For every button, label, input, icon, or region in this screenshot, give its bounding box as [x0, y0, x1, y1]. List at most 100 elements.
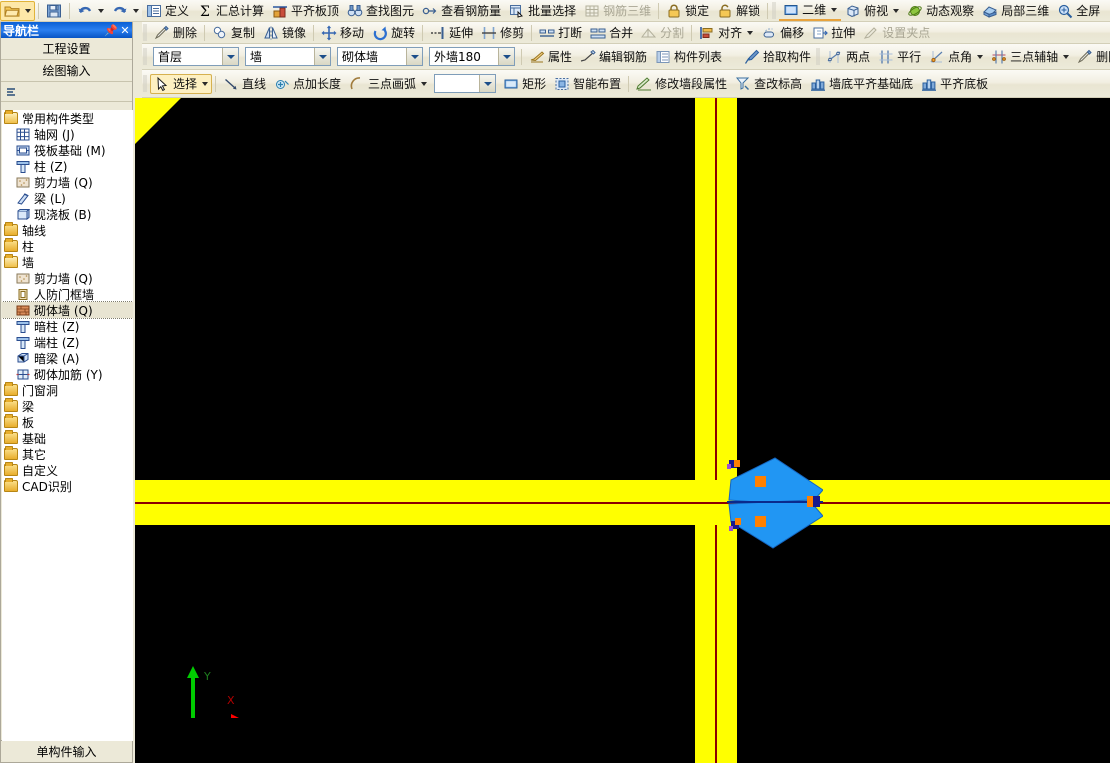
drawing-canvas[interactable]: Y X	[135, 98, 1110, 763]
toolbar-view-2d-button[interactable]: 二维	[779, 1, 842, 21]
chevron-down-icon[interactable]	[202, 81, 209, 86]
toolbar-point-plus-length-button[interactable]: 点加长度	[270, 74, 345, 94]
toolbar-merge-button[interactable]: 合并	[586, 23, 637, 43]
tree-item[interactable]: 柱 (Z)	[2, 158, 133, 174]
tree-item[interactable]: 砌体墙 (Q)	[2, 301, 133, 319]
toolbar-extend-button[interactable]: 延伸	[426, 23, 477, 43]
drawing-input-button[interactable]: 绘图输入	[1, 60, 132, 82]
tree-item[interactable]: 人防门框墙	[2, 286, 133, 302]
toolbar-lock-button[interactable]: 锁定	[662, 1, 713, 21]
redo-icon[interactable]	[108, 1, 143, 21]
tree-item[interactable]: 剪力墙 (Q)	[2, 174, 133, 190]
toolbar-mirror-button[interactable]: 镜像	[259, 23, 310, 43]
toolbar-check-elevation-button[interactable]: 查改标高	[731, 74, 806, 94]
chevron-down-icon[interactable]	[479, 75, 496, 92]
floor-select[interactable]: 首层	[153, 47, 239, 66]
tree-item[interactable]: 筏板基础 (M)	[2, 142, 133, 158]
toolbar-align-bottom-slab-button[interactable]: 平齐底板	[917, 74, 992, 94]
toolbar-edit-rebar-button[interactable]: 编辑钢筋	[576, 47, 651, 67]
save-icon[interactable]	[42, 1, 66, 21]
tree-item[interactable]: 剪力墙 (Q)	[2, 270, 133, 286]
open-icon[interactable]	[0, 1, 35, 21]
chevron-down-icon[interactable]	[1063, 54, 1070, 59]
chevron-down-icon[interactable]	[314, 48, 330, 65]
toolbar-find-element-button[interactable]: 查找图元	[343, 1, 418, 21]
tree-item[interactable]: 基础	[2, 430, 133, 446]
toolbar-copy-button[interactable]: 复制	[208, 23, 259, 43]
tree-item[interactable]: 现浇板 (B)	[2, 206, 133, 222]
toolbar-dynamic-orbit-button[interactable]: 动态观察	[903, 1, 978, 21]
toolbar-view-rebar-qty-button[interactable]: 查看钢筋量	[418, 1, 505, 21]
tree-item[interactable]: 板	[2, 414, 133, 430]
undo-icon[interactable]	[73, 1, 108, 21]
toolbar-split-button[interactable]: 分割	[637, 23, 688, 43]
tree-item[interactable]: 梁 (L)	[2, 190, 133, 206]
tree-item[interactable]: 轴线	[2, 222, 133, 238]
toolbar-rectangle-button[interactable]: 矩形	[499, 74, 550, 94]
toolbar-offset-button[interactable]: 偏移	[757, 23, 808, 43]
chevron-down-icon[interactable]	[747, 30, 754, 35]
wall-instance-select[interactable]: 外墙180	[429, 47, 515, 66]
toolbar-line-button[interactable]: 直线	[219, 74, 270, 94]
toolbar-fullscreen-button[interactable]: 全屏	[1053, 1, 1104, 21]
toolbar-batch-select-button[interactable]: 批量选择	[505, 1, 580, 21]
toolbar-delete-button[interactable]: 删除	[150, 23, 201, 43]
toolbar-rotate-button[interactable]: 旋转	[368, 23, 419, 43]
chevron-down-icon[interactable]	[893, 8, 900, 13]
project-settings-button[interactable]: 工程设置	[1, 38, 132, 60]
tree-collapse-icon[interactable]	[5, 84, 21, 100]
tree-item[interactable]: 端柱 (Z)	[2, 334, 133, 350]
toolbar-top-view-button[interactable]: 俯视	[841, 1, 903, 21]
toolbar-set-grip-point-button[interactable]: 设置夹点	[859, 23, 934, 43]
toolbar-rebar-3d-button[interactable]: 钢筋三维	[580, 1, 655, 21]
tree-item[interactable]: 暗柱 (Z)	[2, 318, 133, 334]
component-tree[interactable]: 常用构件类型 轴网 (J) 筏板基础 (M) 柱 (Z) 剪力墙 (Q) 梁 (L) 现浇板…	[2, 110, 133, 762]
tree-item[interactable]: 梁	[2, 398, 133, 414]
component-type-select[interactable]: 墙	[245, 47, 331, 66]
toolbar-trim-button[interactable]: 修剪	[477, 23, 528, 43]
chevron-down-icon[interactable]	[406, 48, 422, 65]
toolbar-stretch-button[interactable]: 拉伸	[808, 23, 859, 43]
toolbar-parallel-axis-button[interactable]: 平行	[874, 47, 925, 67]
single-component-input-button[interactable]: 单构件输入	[0, 741, 133, 763]
toolbar-delete-axis-button[interactable]: 删除辅轴	[1073, 47, 1110, 67]
toolbar-summary-calc-button[interactable]: Σ 汇总计算	[193, 1, 268, 21]
arc-option-select[interactable]	[434, 74, 497, 93]
close-icon[interactable]: ✕	[118, 23, 132, 37]
chevron-down-icon[interactable]	[831, 7, 838, 12]
toolbar-define-button[interactable]: 定义	[142, 1, 193, 21]
toolbar-align-button[interactable]: 对齐	[695, 23, 757, 43]
chevron-down-icon[interactable]	[222, 48, 238, 65]
toolbar-break-button[interactable]: 打断	[535, 23, 586, 43]
chevron-down-icon[interactable]	[977, 54, 984, 59]
tree-item[interactable]: 其它	[2, 446, 133, 462]
tree-item[interactable]: 自定义	[2, 462, 133, 478]
tree-item[interactable]: 柱	[2, 238, 133, 254]
toolbar-two-point-axis-button[interactable]: 两点	[823, 47, 874, 67]
toolbar-unlock-button[interactable]: 解锁	[713, 1, 764, 21]
chevron-down-icon[interactable]	[498, 48, 514, 65]
toolbar-align-wall-base-button[interactable]: 墙底平齐基础底	[806, 74, 917, 94]
toolbar-move-button[interactable]: 移动	[317, 23, 368, 43]
toolbar-point-angle-axis-button[interactable]: 点角	[925, 47, 987, 67]
toolbar-local-3d-button[interactable]: 局部三维	[978, 1, 1053, 21]
tree-item[interactable]: 门窗洞	[2, 382, 133, 398]
toolbar-edit-wall-segment-button[interactable]: 修改墙段属性	[632, 74, 731, 94]
tree-item[interactable]: 墙	[2, 254, 133, 270]
chevron-down-icon[interactable]	[421, 81, 428, 86]
selected-wall-elements[interactable]	[713, 438, 823, 558]
tree-item[interactable]: 轴网 (J)	[2, 126, 133, 142]
toolbar-align-slab-top-button[interactable]: 平齐板顶	[268, 1, 343, 21]
tree-item[interactable]: 常用构件类型	[2, 110, 133, 126]
toolbar-properties-button[interactable]: 属性	[525, 47, 576, 67]
toolbar-component-list-button[interactable]: 构件列表	[651, 47, 726, 67]
toolbar-pick-component-button[interactable]: 拾取构件	[740, 47, 815, 67]
toolbar-three-point-arc-button[interactable]: 三点画弧	[345, 74, 431, 94]
toolbar-three-point-axis-button[interactable]: 三点辅轴	[987, 47, 1073, 67]
pin-icon[interactable]: 📌	[104, 23, 118, 37]
toolbar-smart-layout-button[interactable]: 智能布置	[550, 74, 625, 94]
tree-item[interactable]: 暗梁 (A)	[2, 350, 133, 366]
tree-item[interactable]: CAD识别	[2, 478, 133, 494]
wall-kind-select[interactable]: 砌体墙	[337, 47, 423, 66]
tree-item[interactable]: 砌体加筋 (Y)	[2, 366, 133, 382]
